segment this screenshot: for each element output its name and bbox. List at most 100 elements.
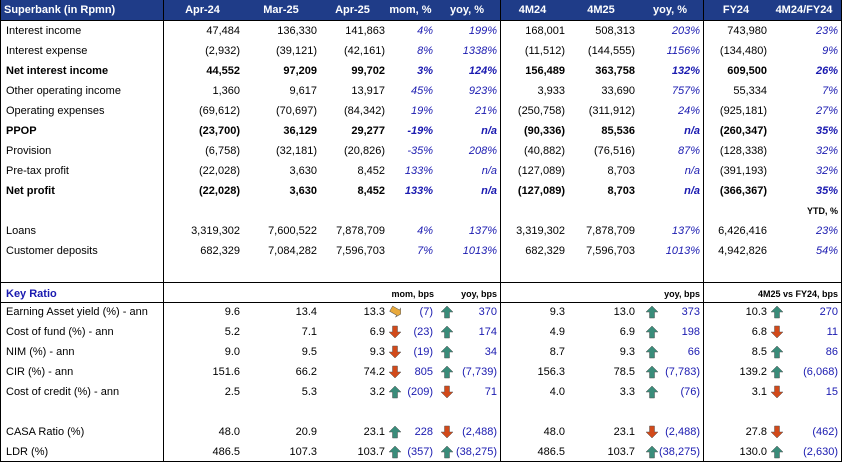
arrow-up-icon (645, 365, 659, 379)
cell: Cost of credit (%) - ann (6, 386, 120, 398)
divider (500, 0, 501, 462)
cell: 9.3 (619, 346, 635, 358)
cell: 47,484 (206, 25, 240, 37)
arrow-up-icon (770, 345, 784, 359)
cell: NIM (%) - ann (6, 346, 75, 358)
pl-row: Interest income 47,484 136,330 141,863 4% 199… (0, 21, 842, 41)
cell: 8,703 (607, 185, 635, 197)
cell: 8,452 (357, 185, 385, 197)
cell: (69,612) (199, 105, 240, 117)
ratio-row: Cost of fund (%) - ann 5.2 7.1 6.9 (23) 174 4.… (0, 322, 842, 342)
cell: 74.2 (363, 366, 385, 378)
cell: 757% (671, 85, 700, 97)
cell: 3.2 (369, 386, 385, 398)
cell: 10.3 (745, 306, 767, 318)
cell: mom, bps (391, 289, 434, 299)
cell: (128,338) (719, 145, 767, 157)
divider (0, 302, 842, 303)
cell: 48.0 (218, 426, 240, 438)
cell: 6.9 (619, 326, 635, 338)
header-col: mom, % (389, 4, 432, 16)
cell: 55,334 (733, 85, 767, 97)
cell: (127,089) (517, 185, 565, 197)
cell: 85,536 (601, 125, 635, 137)
pl-row: Other operating income 1,360 9,617 13,917 45… (0, 81, 842, 101)
cell: 8% (417, 45, 433, 57)
arrow-up-icon (645, 305, 659, 319)
cell: 3.1 (751, 386, 767, 398)
cell: (391,193) (719, 165, 767, 177)
cell: (20,826) (344, 145, 385, 157)
cell: (70,697) (276, 105, 317, 117)
cell: 203% (671, 25, 700, 37)
arrow-up-icon (770, 305, 784, 319)
cell: 923% (468, 85, 497, 97)
cell: 32% (815, 165, 838, 177)
cell: (11,512) (524, 45, 565, 57)
cell: 48.0 (543, 426, 565, 438)
cell: 21% (474, 105, 497, 117)
cell: (32,181) (276, 145, 317, 157)
cell: 168,001 (525, 25, 565, 37)
cell: 66.2 (295, 366, 317, 378)
header-col: Apr-25 (335, 4, 370, 16)
cell: -19% (407, 125, 433, 137)
cell: 141,863 (345, 25, 385, 37)
header-col: 4M24/FY24 (775, 4, 833, 16)
arrow-up-icon (440, 445, 454, 459)
cell: 23% (815, 225, 838, 237)
header-col: Mar-25 (263, 4, 299, 16)
cell: (22,028) (199, 165, 240, 177)
arrow-up-icon (388, 445, 402, 459)
cell: 4.9 (549, 326, 565, 338)
cell: 3,630 (289, 165, 317, 177)
cell: Provision (6, 145, 52, 157)
divider (703, 0, 704, 462)
pl-row: PPOP (23,700) 36,129 29,277 -19% n/a (90,336) 8… (0, 121, 842, 141)
header-row: Superbank (in Rpmn) Apr-24 Mar-25 Apr-25… (0, 0, 842, 20)
cell: 7,596,703 (586, 245, 635, 257)
cell: 27% (815, 105, 838, 117)
cell: (40,882) (524, 145, 565, 157)
cell: 136,330 (277, 25, 317, 37)
cell: Loans (6, 225, 36, 237)
cell: 6.8 (751, 326, 767, 338)
cell: 103.7 (357, 446, 385, 458)
cell: (260,347) (719, 125, 767, 137)
cell: 486.5 (212, 446, 240, 458)
cell: 7,878,709 (586, 225, 635, 237)
cell: 682,329 (525, 245, 565, 257)
cell: n/a (684, 165, 700, 177)
divider (0, 282, 842, 283)
arrow-up-icon (440, 365, 454, 379)
header-col: yoy, % (652, 4, 688, 16)
cell: 54% (815, 245, 838, 257)
cell: 29,277 (351, 125, 385, 137)
cell: 486.5 (537, 446, 565, 458)
cell: Customer deposits (6, 245, 98, 257)
cell: (76,516) (594, 145, 635, 157)
cell: 23.1 (613, 426, 635, 438)
cell: 7.1 (301, 326, 317, 338)
cell: 133% (404, 165, 433, 177)
cell: 4.0 (549, 386, 565, 398)
cell: 3,319,302 (191, 225, 240, 237)
cell: (144,555) (587, 45, 635, 57)
ratio-row: CASA Ratio (%) 48.0 20.9 23.1 228 (2,488) 48.0… (0, 422, 842, 442)
cell: 199% (468, 25, 497, 37)
divider (163, 0, 164, 462)
arrow-up-icon (645, 325, 659, 339)
cell: 3,630 (289, 185, 317, 197)
pl-row: Net profit (22,028) 3,630 8,452 133% n/a (127,… (0, 181, 842, 201)
header-col: FY24 (722, 4, 750, 16)
cell: 44,552 (206, 65, 240, 77)
cell: 4% (417, 25, 433, 37)
cell: 4,942,826 (718, 245, 767, 257)
cell: (39,121) (276, 45, 317, 57)
pl-row: Interest expense (2,932) (39,121) (42,161) 8… (0, 41, 842, 61)
cell: yoy, bps (461, 289, 497, 299)
cell: Earning Asset yield (%) - ann (6, 306, 148, 318)
arrow-down-icon (770, 385, 784, 399)
arrow-up-icon (645, 445, 659, 459)
cell: 23.1 (363, 426, 385, 438)
